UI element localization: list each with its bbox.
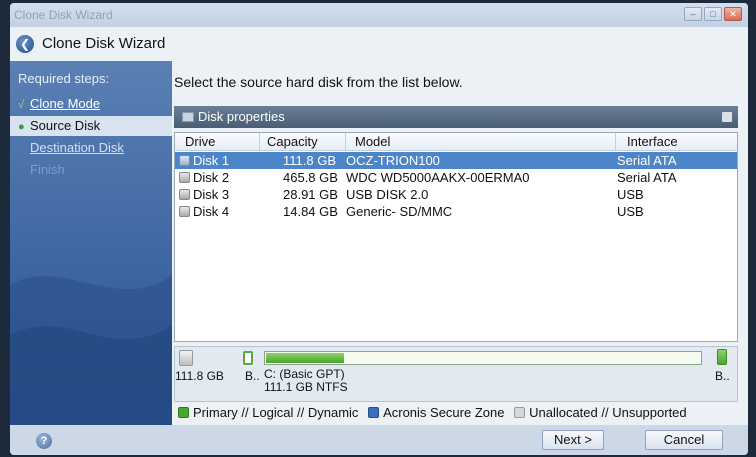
disk-capacity: 465.8 GB [283,170,338,185]
title-bar: Clone Disk Wizard – □ ✕ [10,3,748,27]
instruction-text: Select the source hard disk from the lis… [174,74,463,90]
cancel-button[interactable]: Cancel [645,430,723,450]
checkmark-icon: √ [18,99,25,111]
step-clone-mode[interactable]: √ Clone Mode [10,94,172,114]
column-header-capacity[interactable]: Capacity [267,134,318,149]
disk-interface: USB [617,187,644,202]
disk-properties-icon [182,112,194,122]
legend-secure-zone: Acronis Secure Zone [383,405,505,420]
steps-sidebar: Required steps: √ Clone Mode ● Source Disk… [10,61,172,425]
column-header-interface[interactable]: Interface [627,134,678,149]
disk-drive: Disk 3 [193,187,230,202]
step-label: Source Disk [30,118,101,133]
disk-capacity: 28.91 GB [283,187,338,202]
partition-map: 111.8 GB B.. C: (Basic GPT) 111.1 GB NTF… [174,346,738,402]
partition-details: 111.1 GB NTFS [264,380,348,394]
column-divider[interactable] [615,133,616,151]
minimize-button[interactable]: – [684,7,702,21]
primary-swatch [178,407,189,418]
wizard-header: ❮ Clone Disk Wizard [10,27,748,61]
disk-size-label: 111.8 GB [175,369,224,383]
secure-zone-swatch [368,407,380,418]
disk-properties-label: Disk properties [198,109,285,124]
disk-row-2[interactable]: Disk 2 465.8 GB WDC WD5000AAKX-00ERMA0 S… [175,169,737,186]
disk-drive: Disk 1 [193,153,230,168]
hard-disk-icon [179,155,190,166]
next-button[interactable]: Next > [542,430,604,450]
end-partition-label: B.. [715,369,730,383]
collapse-icon[interactable] [722,112,732,122]
disk-list[interactable]: Drive Capacity Model Interface Disk 1 11… [174,132,738,342]
step-finish: Finish [10,160,172,180]
hard-disk-icon [179,172,190,183]
legend-primary: Primary // Logical // Dynamic [193,405,359,420]
disk-interface: Serial ATA [617,170,677,185]
disk-row-4[interactable]: Disk 4 14.84 GB Generic- SD/MMC USB [175,203,737,220]
step-destination-disk[interactable]: Destination Disk [10,138,172,158]
help-icon[interactable]: ? [36,433,52,449]
back-arrow-icon[interactable]: ❮ [16,35,34,53]
disk-row-1[interactable]: Disk 1 111.8 GB OCZ-TRION100 Serial ATA [175,152,737,169]
disk-model: USB DISK 2.0 [346,187,429,202]
step-source-disk[interactable]: ● Source Disk [10,116,172,136]
disk-properties-bar[interactable]: Disk properties [174,106,738,128]
end-partition-block[interactable] [717,349,727,365]
required-steps-heading: Required steps: [18,71,110,86]
small-partition-label: B.. [245,369,260,383]
legend-unallocated: Unallocated // Unsupported [529,405,687,420]
main-content: Select the source hard disk from the lis… [172,61,748,425]
disk-interface: Serial ATA [617,153,677,168]
wizard-title: Clone Disk Wizard [42,35,166,52]
sidebar-decoration [10,275,172,425]
column-divider[interactable] [345,133,346,151]
disk-model: WDC WD5000AAKX-00ERMA0 [346,170,530,185]
step-label: Clone Mode [30,96,101,111]
partition-usage-fill [266,353,344,363]
disk-icon [179,350,193,366]
step-label: Destination Disk [30,140,124,155]
small-partition-block[interactable] [243,351,253,365]
window-title: Clone Disk Wizard [14,8,113,22]
disk-list-header: Drive Capacity Model Interface [175,133,737,151]
disk-drive: Disk 2 [193,170,230,185]
usb-disk-icon [179,189,190,200]
disk-model: Generic- SD/MMC [346,204,453,219]
column-divider[interactable] [259,133,260,151]
disk-interface: USB [617,204,644,219]
column-header-drive[interactable]: Drive [185,134,215,149]
wizard-footer: ? Next > Cancel [10,425,748,455]
close-button[interactable]: ✕ [724,7,742,21]
window-controls: – □ ✕ [684,7,742,21]
current-step-icon: ● [18,121,25,133]
usb-disk-icon [179,206,190,217]
disk-model: OCZ-TRION100 [346,153,440,168]
disk-drive: Disk 4 [193,204,230,219]
disk-row-3[interactable]: Disk 3 28.91 GB USB DISK 2.0 USB [175,186,737,203]
partition-usage-bar[interactable] [264,351,702,365]
restore-button[interactable]: □ [704,7,722,21]
column-header-model[interactable]: Model [355,134,390,149]
clone-disk-wizard-window: Clone Disk Wizard – □ ✕ ❮ Clone Disk Wiz… [10,3,748,455]
partition-legend: Primary // Logical // Dynamic Acronis Se… [178,405,687,420]
step-label: Finish [30,162,65,177]
partition-name: C: (Basic GPT) [264,367,345,381]
unallocated-swatch [514,407,526,418]
disk-capacity: 14.84 GB [283,204,338,219]
disk-capacity: 111.8 GB [283,153,336,168]
